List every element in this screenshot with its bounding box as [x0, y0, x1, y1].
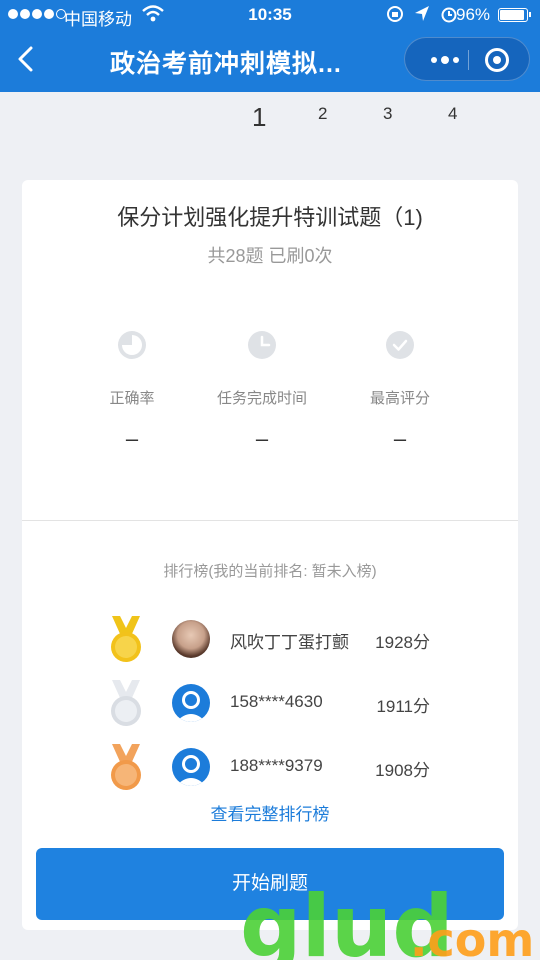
check-circle-icon [386, 331, 414, 359]
rank-name: 158****4630 [230, 692, 323, 711]
rank-name: 188****9379 [230, 756, 323, 775]
stat-label: 最高评分 [369, 390, 430, 407]
mini-program-capsule [404, 37, 530, 81]
section-divider [22, 520, 518, 521]
battery-percent: 96% [456, 5, 491, 24]
exam-subtitle: 共28题 已刷0次 [207, 246, 333, 266]
default-avatar-icon [172, 748, 210, 786]
more-dots-icon[interactable] [423, 38, 467, 82]
stat-label: 任务完成时间 [216, 390, 307, 407]
page-tab-4[interactable]: 4 [448, 104, 457, 124]
capsule-divider [468, 50, 469, 70]
leaderboard-row: 158****4630 1911分 [22, 680, 518, 728]
page-title: 政治考前冲刺模拟... [110, 50, 342, 78]
stat-completion-time: 任务完成时间 – [192, 330, 332, 452]
top-bar: 中国移动 10:35 96% 政治考前冲刺模拟... [0, 0, 540, 92]
rank-score: 1928分 [375, 633, 430, 652]
rotation-lock-icon [387, 6, 403, 22]
page-tabs: 1 2 3 4 [0, 102, 540, 140]
exam-title: 保分计划强化提升特训试题（1) [117, 205, 423, 230]
stat-value: – [393, 426, 407, 451]
page-tab-2[interactable]: 2 [318, 104, 327, 124]
gold-medal-icon [111, 616, 141, 662]
leaderboard-row: 风吹丁丁蛋打颤 1928分 [22, 616, 518, 664]
rank-score: 1911分 [376, 697, 430, 716]
stat-label: 正确率 [109, 390, 155, 407]
stat-best-score: 最高评分 – [330, 330, 470, 452]
leaderboard-title: 排行榜(我的当前排名: 暂未入榜) [163, 563, 377, 580]
silver-medal-icon [111, 680, 141, 726]
svg-text:.com: .com [410, 913, 534, 960]
page-tab-3[interactable]: 3 [383, 104, 392, 124]
status-bar: 中国移动 10:35 96% [0, 0, 540, 30]
target-circle-icon[interactable] [485, 48, 509, 72]
default-avatar-icon [172, 684, 210, 722]
chevron-left-icon[interactable] [12, 44, 42, 74]
rank-name: 风吹丁丁蛋打颤 [230, 633, 349, 652]
stat-value: – [125, 426, 139, 451]
rank-score: 1908分 [375, 761, 430, 780]
pie-chart-icon [118, 331, 146, 359]
battery-icon [498, 8, 531, 22]
clock-icon [248, 331, 276, 359]
page-tab-1[interactable]: 1 [252, 102, 266, 133]
stat-value: – [255, 426, 269, 451]
site-watermark-logo: glud .com [240, 878, 534, 960]
leaderboard-row: 188****9379 1908分 [22, 744, 518, 792]
location-arrow-icon [415, 6, 429, 21]
view-full-leaderboard-link[interactable]: 查看完整排行榜 [22, 800, 518, 825]
stat-accuracy: 正确率 – [62, 330, 202, 452]
bronze-medal-icon [111, 744, 141, 790]
exam-card: 保分计划强化提升特训试题（1) 共28题 已刷0次 正确率 – 任务完成时间 –… [22, 180, 518, 930]
avatar [172, 620, 210, 658]
